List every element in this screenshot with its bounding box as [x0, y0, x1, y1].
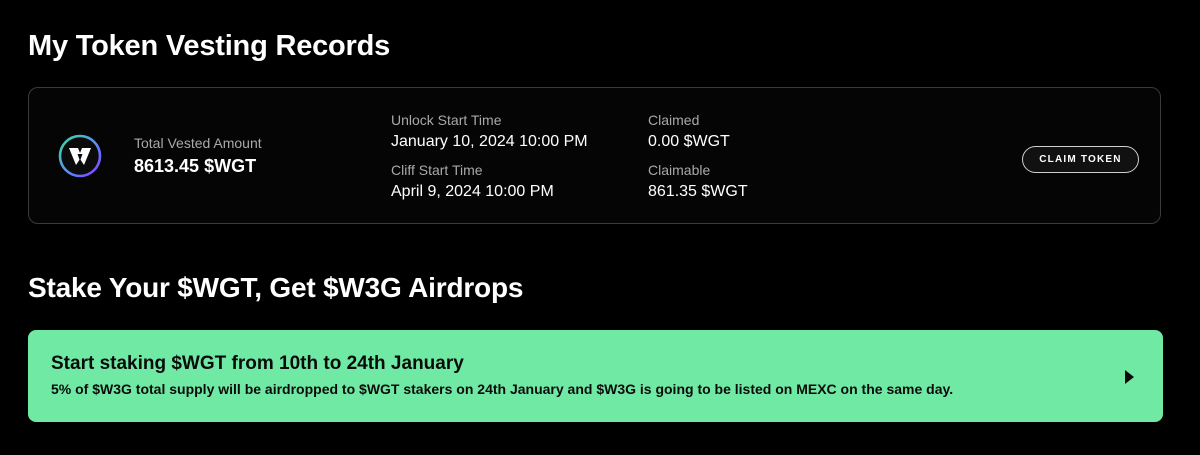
claimed-label: Claimed [648, 112, 700, 128]
claimable-value: 861.35 $WGT [648, 183, 748, 200]
claim-token-button[interactable]: CLAIM TOKEN [1022, 146, 1139, 173]
promo-heading: Start staking $WGT from 10th to 24th Jan… [51, 353, 464, 374]
claimed-value: 0.00 $WGT [648, 133, 730, 150]
promo-description: 5% of $W3G total supply will be airdropp… [51, 381, 954, 397]
wgt-logo-icon [58, 134, 102, 178]
claimable-label: Claimable [648, 162, 711, 178]
total-vested-value: 8613.45 $WGT [134, 156, 257, 176]
staking-section-title: Stake Your $WGT, Get $W3G Airdrops [28, 272, 524, 303]
cliff-start-label: Cliff Start Time [391, 162, 483, 178]
cliff-start-value: April 9, 2024 10:00 PM [391, 183, 554, 200]
total-vested-label: Total Vested Amount [134, 135, 262, 151]
staking-promo-banner[interactable]: Start staking $WGT from 10th to 24th Jan… [28, 330, 1163, 422]
page-title: My Token Vesting Records [28, 30, 391, 62]
vesting-record-card: Total Vested Amount 8613.45 $WGT Unlock … [28, 87, 1161, 224]
unlock-start-value: January 10, 2024 10:00 PM [391, 133, 588, 150]
unlock-start-label: Unlock Start Time [391, 112, 502, 128]
play-arrow-icon[interactable] [1125, 370, 1134, 384]
